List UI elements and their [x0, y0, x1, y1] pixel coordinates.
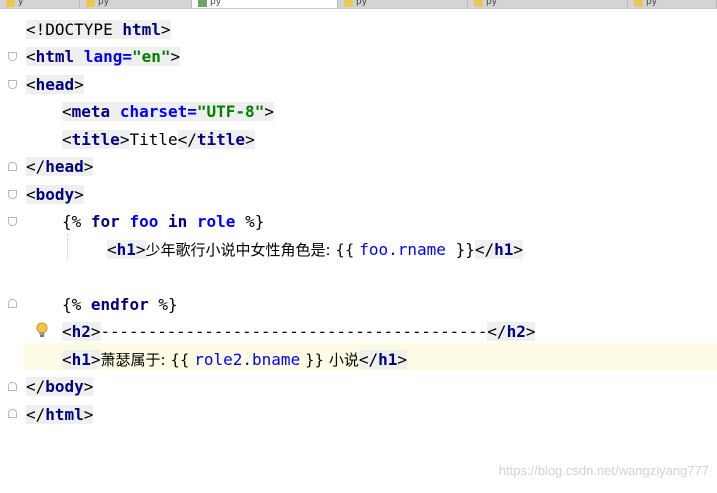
code-line-1: <!DOCTYPE html> [26, 16, 171, 43]
body-open-tag: <body> [26, 185, 84, 204]
fold-marker-icon[interactable] [8, 382, 17, 391]
title-close-tag: </title> [177, 130, 255, 149]
fold-marker-icon[interactable] [8, 52, 17, 61]
code-line-9: <h1>少年歌行小说中女性角色是: {{ foo.rname }}</h1> [107, 240, 524, 259]
body-close-tag: </body> [26, 377, 94, 396]
h2-close-tag: </h2> [487, 322, 536, 341]
doctype-tag: <!DOCTYPE html> [26, 20, 171, 39]
code-line-11: {% endfor %} [62, 295, 178, 314]
code-line-14: </body> [26, 373, 94, 400]
python-file-icon [86, 0, 95, 7]
html-file-icon [198, 0, 207, 7]
editor-tab[interactable]: py [338, 0, 468, 8]
code-line-12: <h2>------------------------------------… [62, 322, 536, 341]
html-open-tag: <html lang="en"> [26, 47, 181, 66]
h1-close-tag: </h1> [358, 350, 407, 369]
editor-tab-bar: y py py py py py [0, 0, 717, 9]
code-line-13: <h1>萧瑟属于: {{ role2.bname }} 小说</h1> [62, 350, 407, 369]
code-line-2: <html lang="en"> [26, 43, 181, 70]
fold-marker-icon[interactable] [8, 190, 17, 199]
h1-close-tag: </h1> [474, 240, 524, 259]
editor-tab[interactable]: py [80, 0, 192, 8]
html-close-tag: </html> [26, 405, 94, 424]
code-line-8: {% for foo in role %} [62, 212, 265, 231]
code-line-5: <title>Title</title> [62, 130, 255, 149]
watermark: https://blog.csdn.net/wangziyang777 [498, 463, 709, 478]
indent-guide [67, 234, 69, 260]
h1-open-tag: <h1> [62, 350, 101, 369]
meta-tag: <meta charset="UTF-8"> [62, 102, 274, 121]
python-file-icon [474, 0, 483, 7]
python-file-icon [634, 0, 643, 7]
editor-tab[interactable]: py [628, 0, 717, 8]
title-open-tag: <title> [62, 130, 130, 149]
python-file-icon [344, 0, 353, 7]
code-line-7: <body> [26, 181, 84, 208]
editor-tab[interactable]: y [0, 0, 80, 8]
fold-marker-icon[interactable] [8, 409, 17, 418]
python-file-icon [6, 0, 15, 7]
code-line-15: </html> [26, 401, 94, 428]
h2-open-tag: <h2> [62, 322, 101, 341]
editor-tab-active[interactable]: py [192, 0, 338, 8]
h1-open-tag: <h1> [107, 240, 146, 259]
code-line-3: <head> [26, 71, 84, 98]
fold-marker-icon[interactable] [8, 80, 17, 89]
head-close-tag: </head> [26, 157, 94, 176]
code-line-6: </head> [26, 153, 94, 180]
editor-tab[interactable]: py [468, 0, 628, 8]
head-open-tag: <head> [26, 75, 84, 94]
fold-marker-icon[interactable] [8, 162, 17, 171]
code-line-4: <meta charset="UTF-8"> [62, 98, 274, 125]
fold-marker-icon[interactable] [8, 299, 17, 308]
fold-marker-icon[interactable] [8, 217, 17, 226]
lightbulb-icon[interactable] [36, 322, 48, 338]
